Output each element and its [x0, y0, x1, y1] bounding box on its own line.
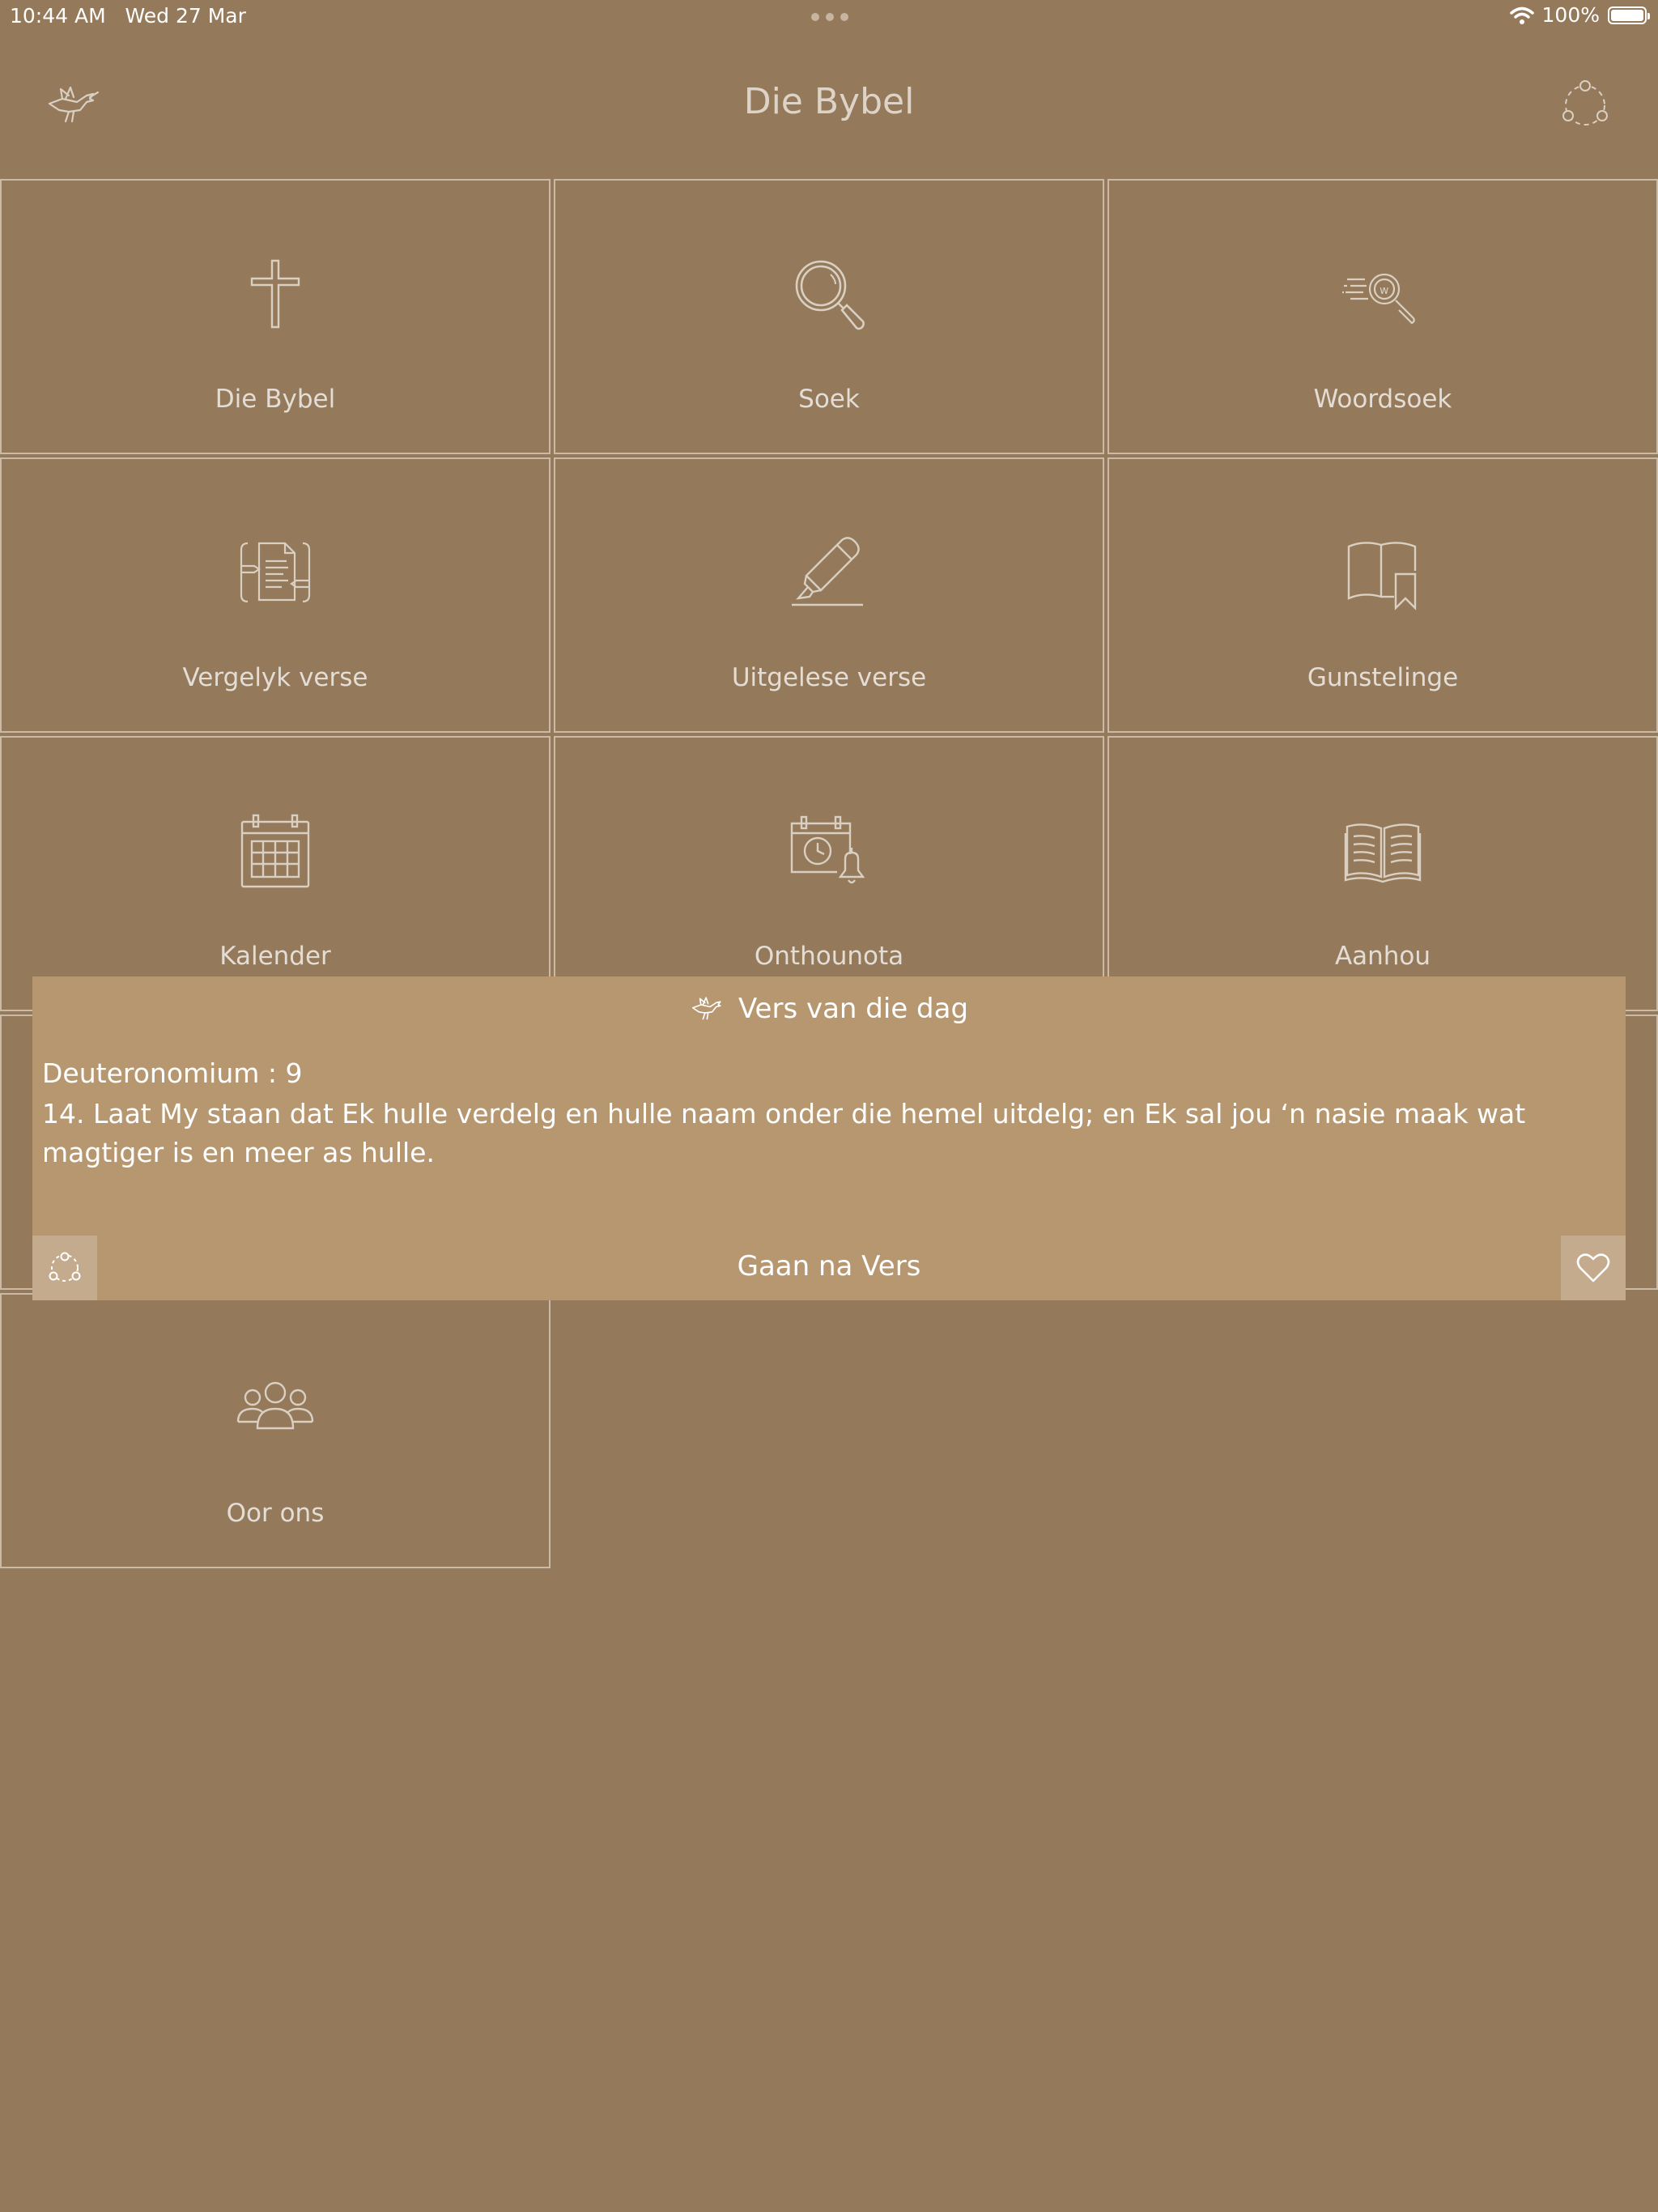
svg-text:w: w — [1380, 284, 1388, 297]
tile-label: Vergelyk verse — [182, 663, 368, 692]
dove-icon — [691, 997, 721, 1020]
wifi-icon — [1509, 6, 1534, 24]
status-time-date: 10:44 AM Wed 27 Mar — [10, 4, 246, 28]
bookmark-book-icon — [1347, 542, 1417, 610]
calendar-icon — [240, 814, 310, 888]
tile-uitgelese-verse[interactable]: Uitgelese verse — [554, 457, 1104, 733]
battery-percent: 100% — [1541, 3, 1600, 27]
verse-of-the-day-card: Vers van die dag Deuteronomium : 9 14. L… — [32, 976, 1626, 1300]
tile-woordsoek[interactable]: w Woordsoek — [1107, 179, 1658, 454]
heart-icon — [1576, 1253, 1610, 1283]
tile-label: Die Bybel — [215, 385, 336, 414]
tile-vergelyk-verse[interactable]: Vergelyk verse — [0, 457, 551, 733]
tile-label: Oor ons — [226, 1499, 325, 1528]
verse-reference: Deuteronomium : 9 — [42, 1057, 303, 1089]
tile-soek[interactable]: Soek — [554, 179, 1104, 454]
tile-label: Kalender — [219, 942, 331, 971]
page-title: Die Bybel — [743, 81, 915, 122]
tile-oor-ons[interactable]: Oor ons — [0, 1293, 551, 1568]
go-to-verse-button[interactable]: Gaan na Vers — [32, 1250, 1626, 1283]
tile-die-bybel[interactable]: Die Bybel — [0, 179, 551, 454]
highlighter-icon — [792, 537, 863, 606]
search-icon — [795, 260, 865, 330]
battery-icon — [1608, 6, 1650, 24]
verse-of-the-day-title: Vers van die dag — [738, 993, 969, 1025]
tile-label: Uitgelese verse — [731, 663, 927, 692]
group-icon — [236, 1381, 314, 1430]
status-bar: 10:44 AM Wed 27 Mar 100% — [0, 0, 1658, 32]
tile-label: Onthounota — [754, 942, 904, 971]
share-icon[interactable] — [1553, 73, 1618, 138]
tile-label: Woordsoek — [1313, 385, 1452, 414]
verse-text: 14. Laat My staan dat Ek hulle verdelg e… — [42, 1098, 1526, 1168]
share-icon — [49, 1252, 81, 1282]
tile-aanhou[interactable]: Aanhou — [1107, 736, 1658, 1011]
cross-icon — [250, 259, 300, 329]
tile-label: Soek — [798, 385, 860, 414]
tile-onthounota[interactable]: Onthounota — [554, 736, 1104, 1011]
word-search-icon: w — [1342, 273, 1415, 325]
tile-kalender[interactable]: Kalender — [0, 736, 551, 1011]
favorite-verse-button[interactable] — [1561, 1236, 1626, 1300]
tile-gunstelinge[interactable]: Gunstelinge — [1107, 457, 1658, 733]
reminder-calendar-icon — [790, 815, 865, 884]
share-verse-button[interactable] — [32, 1236, 97, 1300]
compare-verses-icon — [240, 542, 311, 603]
tile-label: Aanhou — [1334, 942, 1431, 971]
tile-label: Gunstelinge — [1307, 663, 1459, 692]
open-book-icon — [1344, 823, 1422, 883]
multitasking-dots[interactable] — [811, 13, 848, 21]
